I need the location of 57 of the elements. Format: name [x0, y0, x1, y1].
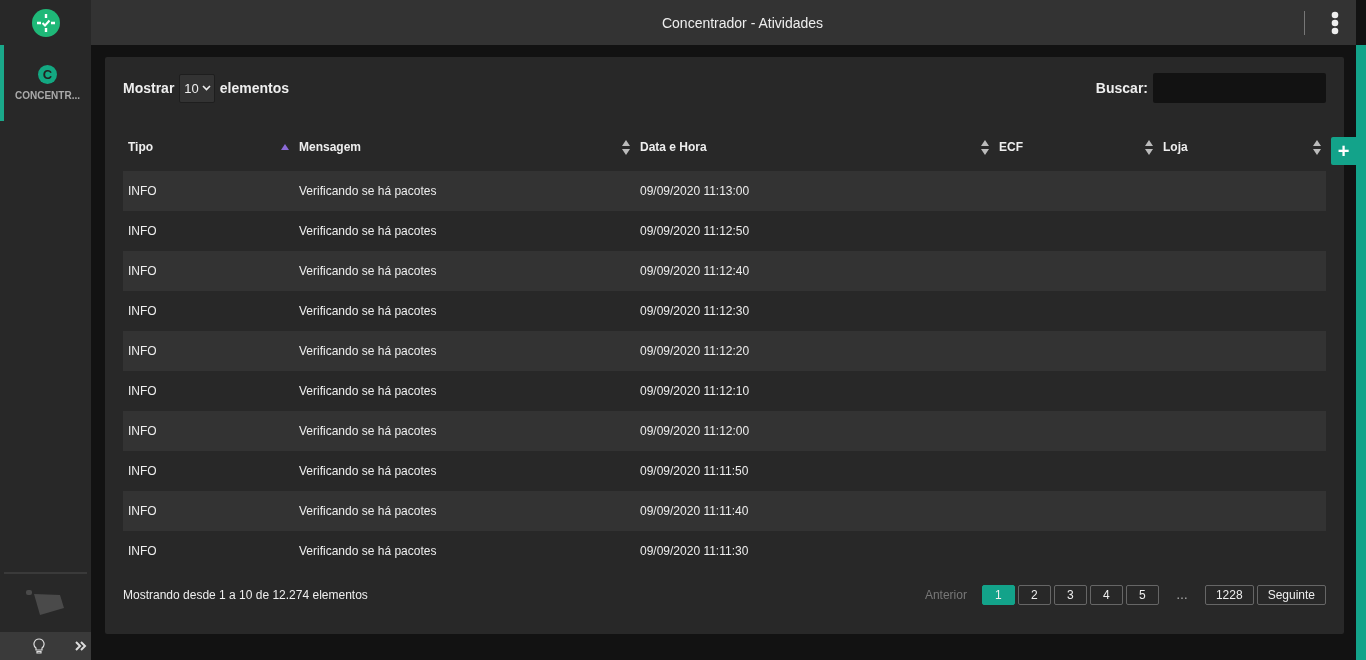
- table-cell: 09/09/2020 11:11:30: [635, 531, 994, 571]
- table-cell: 09/09/2020 11:11:50: [635, 451, 994, 491]
- table-cell: Verificando se há pacotes: [294, 491, 635, 531]
- table-cell: Verificando se há pacotes: [294, 251, 635, 291]
- table-cell: INFO: [123, 451, 294, 491]
- search-label: Buscar:: [1095, 80, 1148, 96]
- column-header[interactable]: ECF: [994, 123, 1158, 171]
- table-cell: 09/09/2020 11:12:50: [635, 211, 994, 251]
- column-header[interactable]: Mensagem: [294, 123, 635, 171]
- table-cell: Verificando se há pacotes: [294, 411, 635, 451]
- table-cell: Verificando se há pacotes: [294, 331, 635, 371]
- table-info: Mostrando desde 1 a 10 de 12.274 elementos: [123, 588, 368, 602]
- page-button[interactable]: 2: [1017, 585, 1051, 605]
- table-cell: 09/09/2020 11:12:30: [635, 291, 994, 331]
- table-cell: INFO: [123, 371, 294, 411]
- table-cell: INFO: [123, 331, 294, 371]
- page-button[interactable]: 3: [1053, 585, 1087, 605]
- lightbulb-icon[interactable]: [33, 638, 45, 654]
- table-cell: Verificando se há pacotes: [294, 291, 635, 331]
- menu-icon[interactable]: [1331, 10, 1339, 35]
- table-cell: 09/09/2020 11:12:20: [635, 331, 994, 371]
- sidebar-label: CONCENTR...: [15, 90, 80, 101]
- table-cell: Verificando se há pacotes: [294, 171, 635, 211]
- table-cell: Verificando se há pacotes: [294, 371, 635, 411]
- table-cell: 09/09/2020 11:13:00: [635, 171, 994, 211]
- column-header[interactable]: Data e Hora: [635, 123, 994, 171]
- table-cell: 09/09/2020 11:12:40: [635, 251, 994, 291]
- page-button[interactable]: 1228: [1204, 585, 1254, 605]
- next-button[interactable]: Seguinte: [1256, 585, 1326, 605]
- table-cell: INFO: [123, 531, 294, 571]
- column-header[interactable]: Tipo: [123, 123, 294, 171]
- table-cell: INFO: [123, 411, 294, 451]
- table-cell: Verificando se há pacotes: [294, 531, 635, 571]
- sidebar-item[interactable]: C CONCENTR...: [0, 45, 91, 121]
- table-cell: Verificando se há pacotes: [294, 211, 635, 251]
- logo-icon[interactable]: [31, 8, 60, 37]
- show-label: Mostrar: [123, 80, 175, 96]
- page-button[interactable]: 4: [1089, 585, 1123, 605]
- page-size-select[interactable]: 10: [179, 73, 215, 103]
- letter-badge: C: [38, 65, 57, 84]
- table-cell: INFO: [123, 211, 294, 251]
- table-cell: 09/09/2020 11:12:10: [635, 371, 994, 411]
- table-cell: INFO: [123, 291, 294, 331]
- tag-drawing: [25, 590, 66, 616]
- table-cell: INFO: [123, 491, 294, 531]
- expand-icon[interactable]: [75, 641, 87, 651]
- window-title: Concentrador - Atividades: [660, 14, 825, 31]
- table-cell: Verificando se há pacotes: [294, 451, 635, 491]
- table-cell: 09/09/2020 11:12:00: [635, 411, 994, 451]
- show-suffix: elementos: [219, 80, 290, 96]
- ellipsis: …: [1174, 588, 1189, 602]
- table-cell: INFO: [123, 251, 294, 291]
- column-header[interactable]: Loja: [1158, 123, 1326, 171]
- table-cell: 09/09/2020 11:11:40: [635, 491, 994, 531]
- chevron-down-icon: [201, 85, 211, 91]
- page-button[interactable]: 5: [1125, 585, 1159, 605]
- table-cell: INFO: [123, 171, 294, 211]
